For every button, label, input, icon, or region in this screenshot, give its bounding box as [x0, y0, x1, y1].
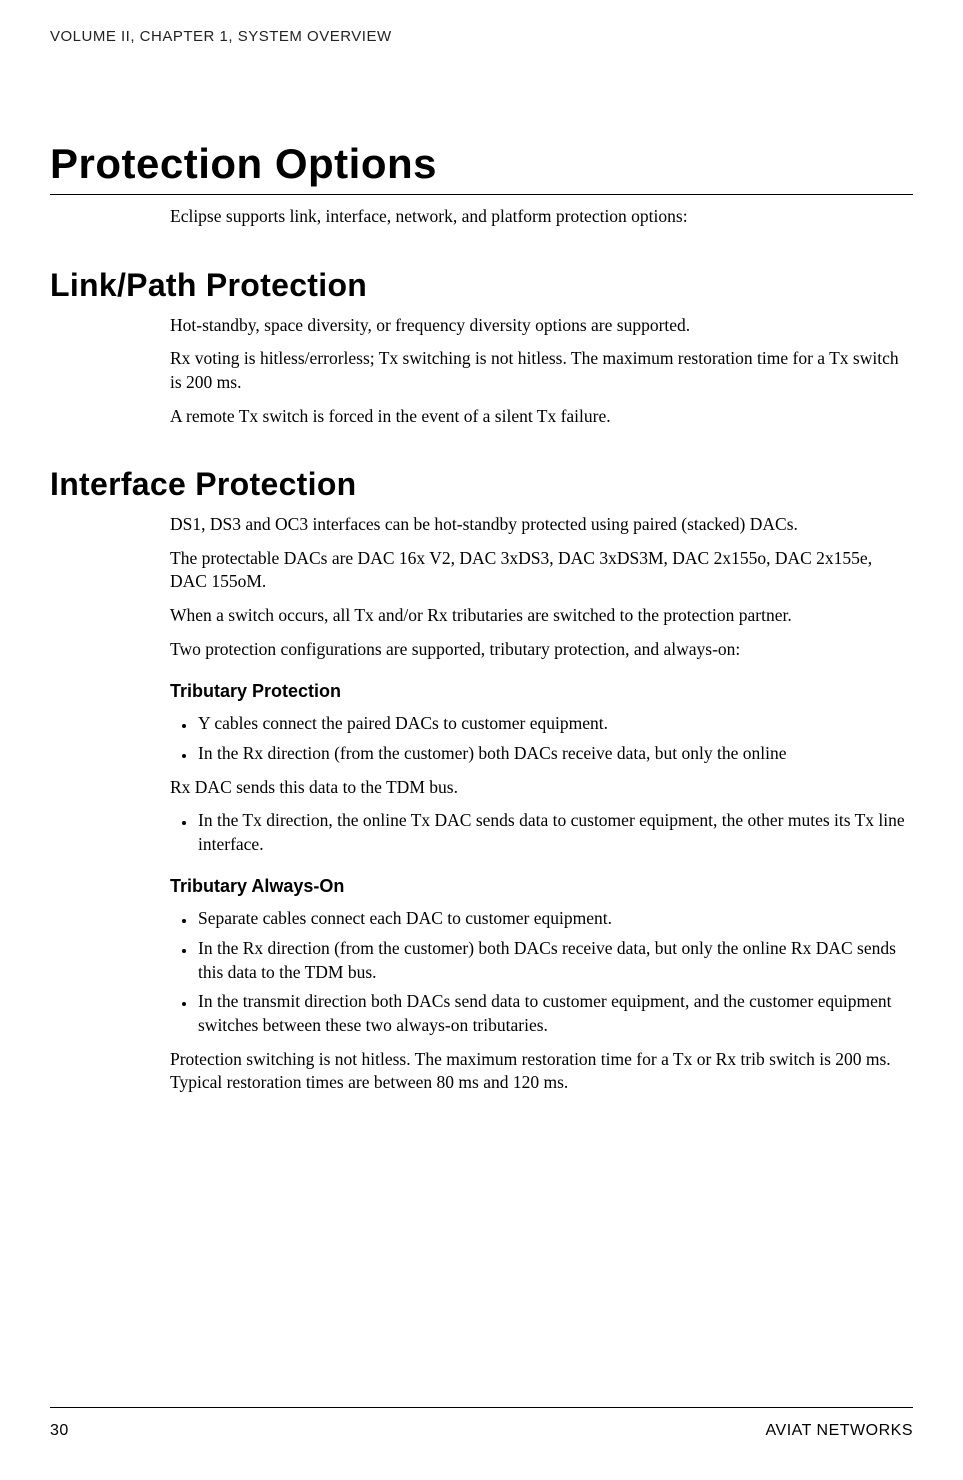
bullet-list: Separate cables connect each DAC to cust… — [170, 907, 913, 1037]
list-item: In the Rx direction (from the customer) … — [196, 742, 913, 766]
body-paragraph: Hot-standby, space diversity, or frequen… — [170, 314, 913, 338]
body-paragraph: The protectable DACs are DAC 16x V2, DAC… — [170, 547, 913, 594]
body-paragraph: Rx DAC sends this data to the TDM bus. — [170, 776, 913, 800]
main-content: Protection Options Eclipse supports link… — [50, 140, 913, 1357]
intro-paragraph: Eclipse supports link, interface, networ… — [170, 205, 913, 229]
body-paragraph: A remote Tx switch is forced in the even… — [170, 405, 913, 429]
subsection-heading-always-on: Tributary Always-On — [170, 876, 913, 897]
list-item: Y cables connect the paired DACs to cust… — [196, 712, 913, 736]
list-item: In the Tx direction, the online Tx DAC s… — [196, 809, 913, 856]
body-paragraph: Protection switching is not hitless. The… — [170, 1048, 913, 1095]
subsection-heading-tributary: Tributary Protection — [170, 681, 913, 702]
list-item: In the Rx direction (from the customer) … — [196, 937, 913, 984]
company-name: AVIAT NETWORKS — [766, 1422, 913, 1440]
body-paragraph: Rx voting is hitless/errorless; Tx switc… — [170, 347, 913, 394]
body-paragraph: When a switch occurs, all Tx and/or Rx t… — [170, 604, 913, 628]
page-title: Protection Options — [50, 140, 913, 195]
bullet-list: In the Tx direction, the online Tx DAC s… — [170, 809, 913, 856]
list-item: In the transmit direction both DACs send… — [196, 990, 913, 1037]
bullet-list: Y cables connect the paired DACs to cust… — [170, 712, 913, 765]
section-heading-link: Link/Path Protection — [50, 267, 913, 304]
body-paragraph: DS1, DS3 and OC3 interfaces can be hot-s… — [170, 513, 913, 537]
section-heading-interface: Interface Protection — [50, 466, 913, 503]
list-item: Separate cables connect each DAC to cust… — [196, 907, 913, 931]
page-header: VOLUME II, CHAPTER 1, SYSTEM OVERVIEW — [50, 28, 913, 45]
page-footer: 30 AVIAT NETWORKS — [50, 1407, 913, 1440]
page-number: 30 — [50, 1422, 69, 1440]
body-paragraph: Two protection configurations are suppor… — [170, 638, 913, 662]
